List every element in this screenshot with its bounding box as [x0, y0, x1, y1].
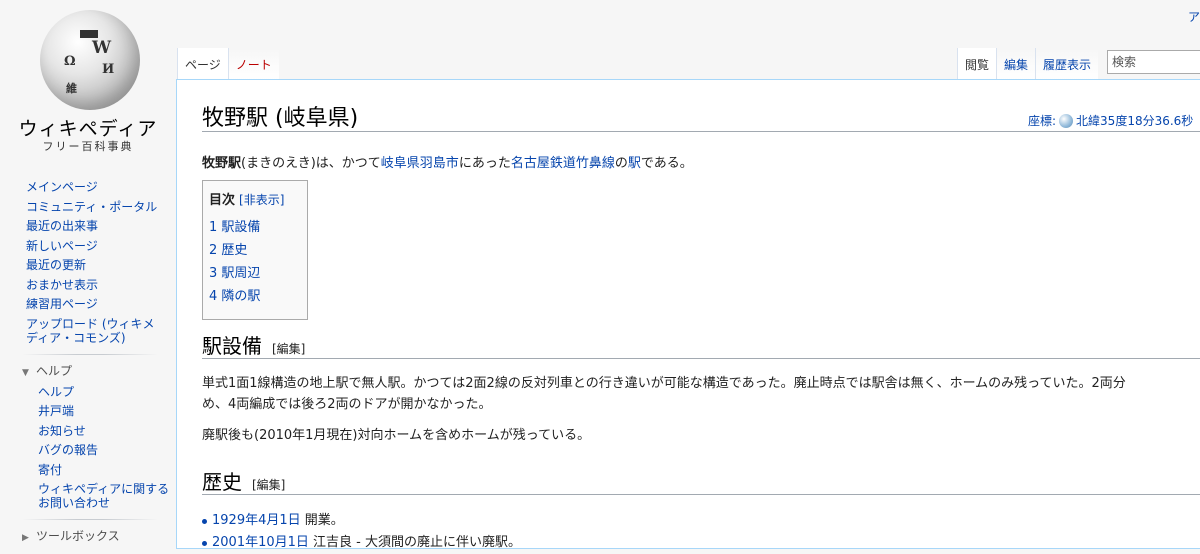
edit-section-link[interactable]: [編集] [252, 478, 285, 492]
sidebar-item-random-page[interactable]: おまかせ表示 [26, 276, 166, 296]
sidebar-item-help[interactable]: ヘルプ [38, 383, 178, 403]
date-link[interactable]: 2001年10月1日 [212, 535, 309, 550]
toc-title: 目次 [非表示] [209, 189, 301, 208]
toc-title-label: 目次 [209, 193, 236, 208]
list-item: 2001年10月1日 江吉良 - 大須間の廃止に伴い廃駅。 [202, 532, 521, 554]
article-content: 牧野駅 (岐阜県) 座標: 北緯35度18分36.6秒 牧野駅(まきのえき)は、か… [176, 79, 1200, 550]
expanded-triangle-icon: ▼ [22, 367, 29, 378]
namespace-tabs: ページ ノート [177, 48, 279, 80]
lead-text: の [614, 156, 628, 171]
lead-text: にあった [458, 156, 511, 171]
sidebar-item-new-pages[interactable]: 新しいページ [26, 237, 166, 257]
sidebar-divider [22, 519, 158, 520]
section-heading-station-facilities: 駅設備 [編集] [202, 330, 305, 359]
search-input[interactable] [1107, 50, 1200, 74]
tab-page[interactable]: ページ [177, 48, 228, 80]
date-link[interactable]: 1929年4月1日 [212, 513, 301, 528]
lead-text: (まきのえき)は、かつて [241, 156, 381, 171]
section-heading-history: 歴史 [編集] [202, 466, 285, 495]
sidebar-divider [22, 353, 158, 355]
edit-section-link[interactable]: [編集] [272, 342, 305, 356]
toc-hide-toggle[interactable]: [非表示] [239, 193, 284, 207]
section-heading-label: 駅設備 [202, 334, 262, 358]
section-divider [202, 358, 1200, 359]
sidebar-item-announcements[interactable]: お知らせ [38, 422, 178, 442]
puzzle-globe-icon: W Ω И 維 [40, 10, 140, 110]
paragraph-line: 廃駅後も(2010年1月現在)対向ホームを含めホームが残っている。 [202, 428, 591, 443]
view-tabs: 閲覧 編集 履歴表示 [957, 48, 1099, 80]
sidebar-item-current-events[interactable]: 最近の出来事 [26, 217, 166, 237]
lead-paragraph: 牧野駅(まきのえき)は、かつて岐阜県羽島市にあった名古屋鉄道竹鼻線の駅である。 [202, 152, 693, 171]
section-paragraph: 廃駅後も(2010年1月現在)対向ホームを含めホームが残っている。 [202, 425, 590, 446]
sidebar: メインページ コミュニティ・ポータル 最近の出来事 新しいページ 最近の更新 お… [0, 178, 176, 548]
sidebar-item-community-portal[interactable]: コミュニティ・ポータル [26, 198, 166, 218]
navigation-portal: メインページ コミュニティ・ポータル 最近の出来事 新しいページ 最近の更新 お… [0, 178, 176, 348]
coordinates: 座標: 北緯35度18分36.6秒 [1028, 112, 1193, 129]
tab-read[interactable]: 閲覧 [957, 48, 997, 80]
sidebar-item-upload[interactable]: アップロード (ウィキメディア・コモンズ) [26, 315, 166, 348]
help-heading-label: ヘルプ [36, 363, 73, 378]
toc-item-adjacent-stations[interactable]: 4 隣の駅 [209, 285, 301, 308]
lead-text: である。 [640, 156, 693, 171]
globe-icon[interactable] [1059, 114, 1074, 128]
link-hashima-city[interactable]: 羽島市 [420, 156, 459, 171]
sidebar-item-bug-report[interactable]: バグの報告 [38, 441, 178, 461]
section-paragraph: 単式1面1線構造の地上駅で無人駅。かつては2面2線の反対列車との行き違いが可能な… [202, 373, 1126, 415]
toc-item-station-facilities[interactable]: 1 駅設備 [209, 216, 301, 239]
wikipedia-logo[interactable]: W Ω И 維 ウィキペディア フリー百科事典 [0, 0, 176, 160]
sidebar-item-village-pump[interactable]: 井戸端 [38, 402, 178, 422]
collapsed-triangle-icon: ▶ [22, 533, 29, 543]
personal-tools-link[interactable]: ア [1188, 8, 1200, 25]
toc-item-surroundings[interactable]: 3 駅周辺 [209, 262, 301, 285]
sidebar-item-main-page[interactable]: メインページ [26, 178, 166, 198]
list-item: 1929年4月1日 開業。 [202, 510, 521, 532]
toc-item-history[interactable]: 2 歴史 [209, 239, 301, 262]
sidebar-item-sandbox[interactable]: 練習用ページ [26, 295, 166, 315]
site-tagline: フリー百科事典 [42, 140, 134, 153]
section-divider [202, 494, 1200, 495]
page-title: 牧野駅 (岐阜県) [202, 106, 359, 131]
tab-history[interactable]: 履歴表示 [1035, 48, 1099, 80]
title-divider [202, 131, 1200, 132]
sidebar-item-recent-changes[interactable]: 最近の更新 [26, 256, 166, 276]
help-portal-heading[interactable]: ▼ ヘルプ [22, 361, 176, 383]
lead-bold-title: 牧野駅 [202, 156, 242, 171]
list-item-text: 江吉良 - 大須間の廃止に伴い廃駅。 [313, 535, 522, 550]
paragraph-line: 単式1面1線構造の地上駅で無人駅。かつては2面2線の反対列車との行き違いが可能な… [202, 376, 1126, 391]
link-nagoya-railroad[interactable]: 名古屋鉄道 [511, 156, 576, 171]
section-heading-label: 歴史 [202, 470, 242, 494]
link-takehana-line[interactable]: 竹鼻線 [576, 156, 615, 171]
coordinates-label[interactable]: 座標: [1028, 114, 1056, 128]
coordinates-value[interactable]: 北緯35度18分36.6秒 [1076, 114, 1193, 128]
tab-edit[interactable]: 編集 [996, 48, 1036, 80]
table-of-contents: 目次 [非表示] 1 駅設備 2 歴史 3 駅周辺 4 隣の駅 [202, 180, 308, 320]
link-gifu-prefecture[interactable]: 岐阜県 [381, 156, 420, 171]
sidebar-item-contact[interactable]: ウィキペディアに関するお問い合わせ [38, 480, 178, 513]
history-list: 1929年4月1日 開業。 2001年10月1日 江吉良 - 大須間の廃止に伴い… [202, 510, 521, 554]
tab-talk[interactable]: ノート [227, 48, 279, 80]
list-item-text: 開業。 [304, 513, 344, 528]
sidebar-item-donate[interactable]: 寄付 [38, 461, 178, 481]
toolbox-portal-heading[interactable]: ▶ ツールボックス [22, 526, 176, 548]
help-portal: ヘルプ 井戸端 お知らせ バグの報告 寄付 ウィキペディアに関するお問い合わせ [12, 383, 176, 514]
link-station[interactable]: 駅 [628, 156, 641, 171]
paragraph-line: め、4両編成では後ろ2両のドアが開かなかった。 [202, 397, 492, 412]
site-wordmark: ウィキペディア [18, 118, 158, 140]
toolbox-heading-label: ツールボックス [36, 529, 120, 543]
